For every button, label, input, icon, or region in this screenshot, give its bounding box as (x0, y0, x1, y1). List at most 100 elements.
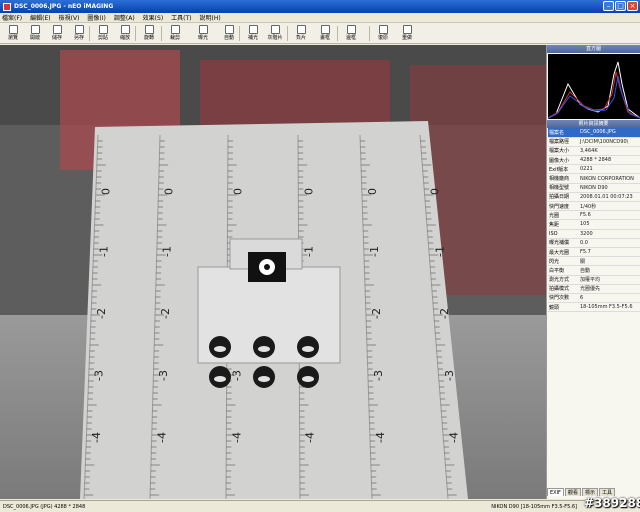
tab-view[interactable]: 觀看 (564, 488, 581, 496)
info-row[interactable]: 曝光補償 0.0 (548, 238, 640, 248)
toolbar-button-16[interactable]: 復原 (372, 24, 394, 43)
info-value: 2008.01.01 00:07:23 (579, 192, 640, 203)
toolbar-button-3[interactable]: 儲存 (46, 24, 68, 43)
menu-file[interactable]: 檔案(F) (2, 13, 22, 22)
ruler-label: -3 (93, 370, 106, 381)
toolbar-button-9[interactable]: 自動 (218, 24, 240, 43)
info-row[interactable]: 拍攝日期 2008.01.01 00:07:23 (548, 192, 640, 203)
histogram (548, 54, 640, 119)
menu-edit[interactable]: 編輯(E) (30, 13, 50, 22)
info-row[interactable]: 焦距 105 (548, 219, 640, 230)
info-row[interactable]: Exif版本 0221 (548, 164, 640, 175)
toolbar-button-2[interactable]: 開啟 (24, 24, 46, 43)
ruler-label: -3 (231, 370, 244, 381)
info-value: NIKON CORPORATION (579, 173, 640, 184)
toolbar-button-12[interactable]: 灰階片 (264, 24, 286, 43)
info-value: F5.6 (579, 210, 640, 221)
info-row[interactable]: 最大光圈 F5.7 (548, 247, 640, 258)
info-value: 加權平均 (579, 275, 640, 285)
info-row[interactable]: 檔案大小 3,464K (548, 146, 640, 157)
toolbar-button-15[interactable]: 邊框 (340, 24, 362, 43)
face-mouth (258, 376, 270, 382)
toolbar-button-4[interactable]: 另存 (68, 24, 90, 43)
info-value: 0.0 (579, 238, 640, 248)
toolbar-button-6[interactable]: 縮放 (114, 24, 136, 43)
info-row[interactable]: 檔案名 DSC_0006.JPG (548, 128, 640, 138)
ruler-label: 0 (232, 188, 245, 195)
menu-effects[interactable]: 效果(S) (143, 13, 164, 22)
menu-help[interactable]: 說明(H) (200, 13, 221, 22)
ruler-label: -3 (443, 370, 456, 381)
toolbar: 瀏覽 開啟 儲存 另存 剪貼 縮放 旋轉 裁剪 自動 曝光 補光 灰階片 負片 畫框 邊框 復原 重做 (0, 23, 640, 44)
info-row[interactable]: 圖像大小 4288 * 2848 (548, 155, 640, 166)
ruler-label: -1 (97, 246, 110, 257)
exif-table: 檔案名 DSC_0006.JPG 檔案路徑 J:\DCIM\100NCD90\ 檔案大小… (548, 128, 640, 313)
toolbar-button-17[interactable]: 重做 (396, 24, 418, 43)
toolbar-label: 邊框 (345, 35, 356, 41)
status-camera: NIKON D90 [18-105mm F3.5-F5.6] (491, 503, 577, 510)
info-row[interactable]: 快門速度 1/40秒 (548, 201, 640, 212)
toolbar-button-14[interactable]: 畫框 (314, 24, 336, 43)
menu-tools[interactable]: 工具(T) (171, 13, 191, 22)
info-row[interactable]: ISO 3200 (548, 229, 640, 239)
ruler-label: -1 (303, 246, 316, 257)
toolbar-separator (337, 26, 338, 41)
image-viewer[interactable]: 0 -1 -2 -3 -4 0 -1 -2 -3 -4 0 -1 -2 -3 -4 0 -1 -2 -3 -4 0 -1 -… (0, 45, 546, 499)
toolbar-label: 另存 (73, 35, 84, 41)
browse-icon (8, 25, 18, 34)
toolbar-label: 負片 (295, 35, 306, 41)
info-value: 6 (579, 293, 640, 304)
status-bar: DSC_0006.JPG (JPG) 4288 * 2848 NIKON D90… (0, 500, 640, 512)
tab-mark[interactable]: 標示 (581, 488, 598, 496)
fill-light-icon (248, 25, 258, 34)
info-key: 曝光補償 (548, 238, 579, 248)
face-mouth (214, 346, 226, 352)
info-row[interactable]: 拍攝模式 光圈優先 (548, 284, 640, 294)
info-row[interactable]: 白平衡 自動 (548, 265, 640, 276)
maximize-button[interactable]: □ (615, 1, 626, 11)
toolbar-separator (135, 26, 136, 41)
menu-adjust[interactable]: 調整(A) (114, 13, 135, 22)
toolbar-label: 重做 (401, 35, 412, 41)
toolbar-button-5[interactable]: 剪貼 (92, 24, 114, 43)
info-value: 1/40秒 (579, 201, 640, 212)
info-key: 檔案路徑 (548, 137, 579, 147)
ruler-label: -1 (161, 246, 174, 257)
negative-icon (296, 25, 306, 34)
info-value: 自動 (579, 265, 640, 276)
toolbar-button-1[interactable]: 瀏覽 (2, 24, 24, 43)
toolbar-button-7[interactable]: 旋轉 (138, 24, 160, 43)
info-row[interactable]: 鏡頭 18-105mm F3.5-F5.6 (548, 302, 640, 313)
minimize-button[interactable]: – (603, 1, 614, 11)
toolbar-separator (287, 26, 288, 41)
ruler-label: -4 (90, 432, 103, 443)
tab-exif[interactable]: EXIF (547, 488, 564, 496)
menu-view[interactable]: 檢視(V) (59, 13, 80, 22)
info-value: 3,464K (579, 146, 640, 157)
info-key: 快門次數 (548, 293, 579, 304)
info-row[interactable]: 快門次數 6 (548, 293, 640, 304)
info-row[interactable]: 測光方式 加權平均 (548, 275, 640, 285)
ruler-label: -2 (370, 308, 383, 319)
info-key: 測光方式 (548, 275, 579, 285)
info-row[interactable]: 相機型號 NIKON D90 (548, 183, 640, 193)
info-row[interactable]: 相機廠商 NIKON CORPORATION (548, 173, 640, 184)
info-row[interactable]: 檔案路徑 J:\DCIM\100NCD90\ (548, 137, 640, 147)
info-row[interactable]: 閃光關 (548, 256, 640, 267)
toolbar-button-8[interactable]: 裁剪 (164, 24, 186, 43)
toolbar-button-10[interactable]: 曝光 (192, 24, 214, 43)
menu-image[interactable]: 圖像(I) (87, 13, 105, 22)
info-row[interactable]: 光圈 F5.6 (548, 210, 640, 221)
info-value: J:\DCIM\100NCD90\ (579, 137, 640, 147)
ruler-label: 0 (429, 188, 442, 195)
redo-icon (402, 25, 412, 34)
toolbar-button-13[interactable]: 負片 (290, 24, 312, 43)
exposure-icon (198, 25, 208, 34)
info-key: 圖像大小 (548, 155, 579, 166)
toolbar-button-11[interactable]: 補光 (242, 24, 264, 43)
watermark: #389288 (584, 496, 640, 510)
tab-tools[interactable]: 工具 (598, 488, 615, 496)
toolbar-label: 開啟 (29, 35, 40, 41)
close-button[interactable]: × (627, 1, 638, 11)
info-value: 4288 * 2848 (579, 155, 640, 166)
